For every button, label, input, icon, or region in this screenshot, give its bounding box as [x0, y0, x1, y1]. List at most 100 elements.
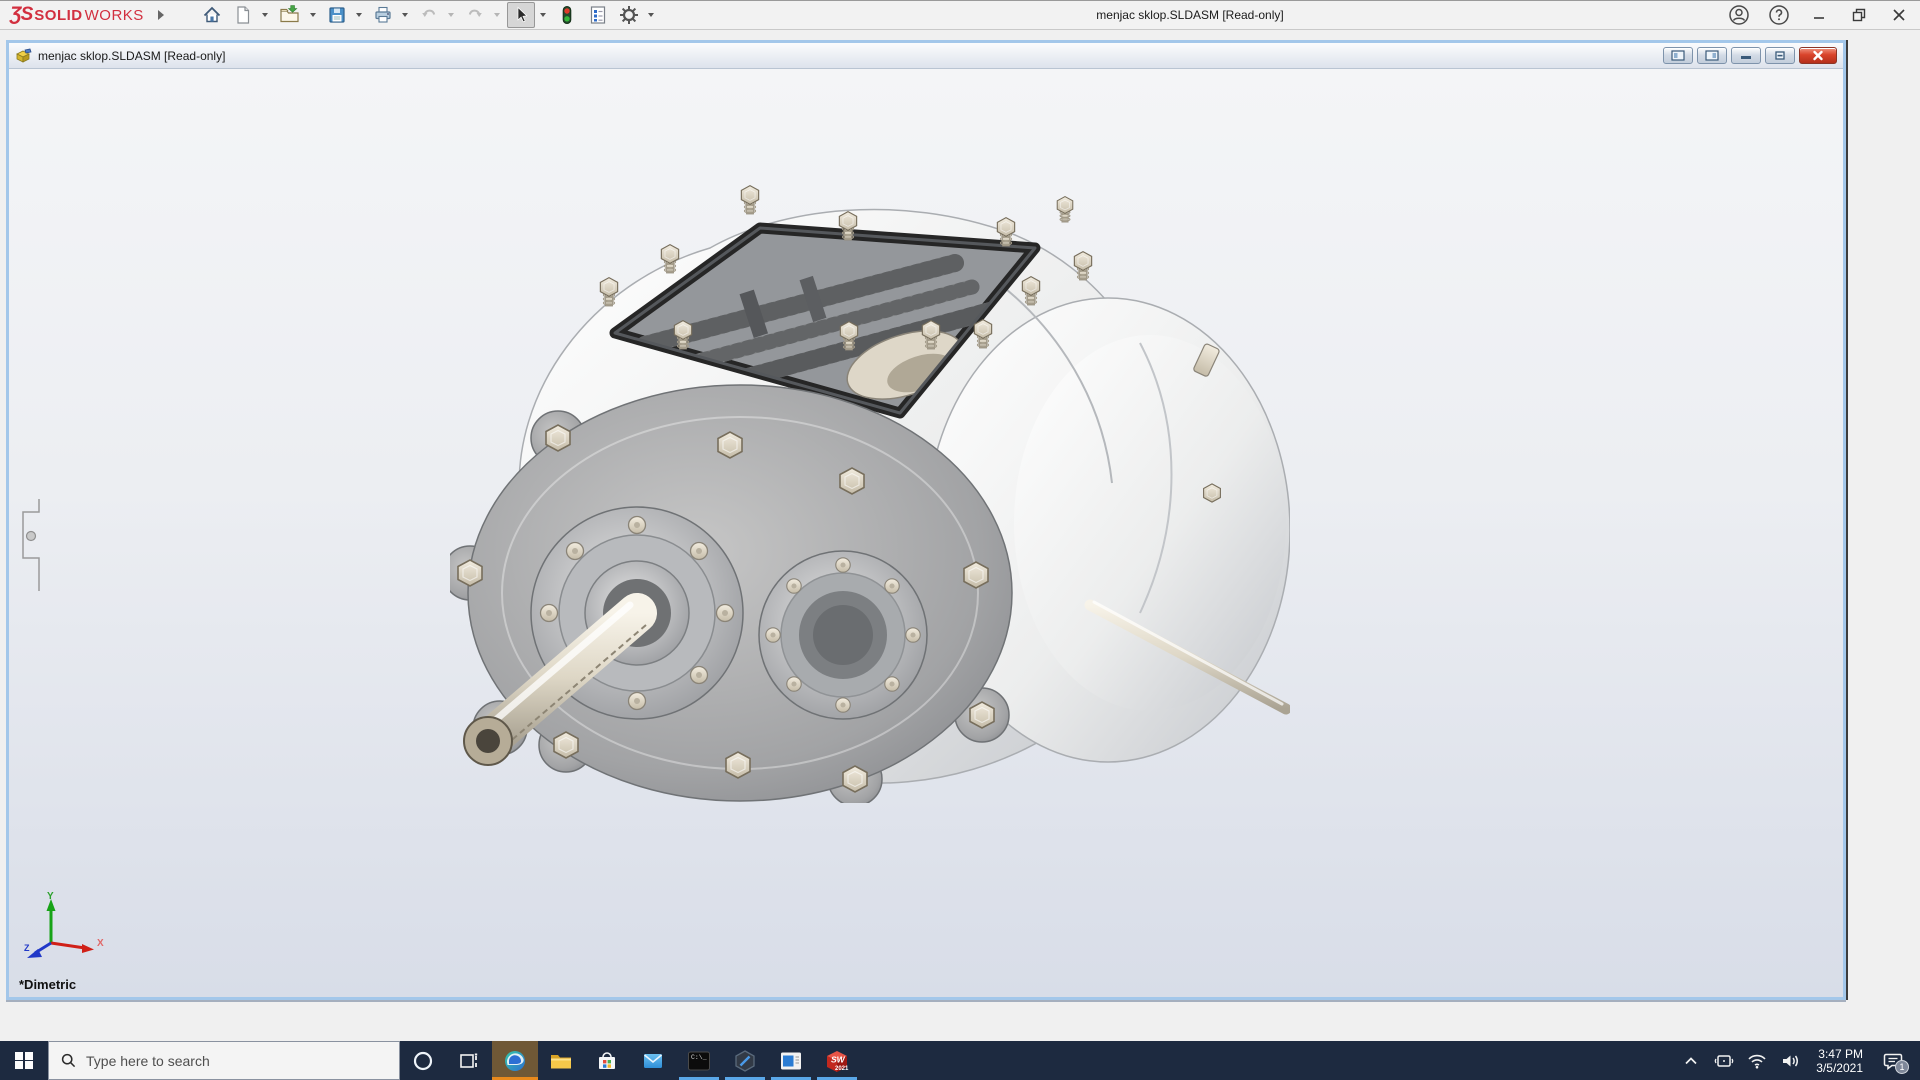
new-document-icon: [237, 6, 249, 24]
options-button[interactable]: [615, 2, 643, 28]
hidden-icons-button[interactable]: [1678, 1041, 1704, 1080]
media-app-icon: [781, 1052, 801, 1069]
windows-logo-icon: [15, 1051, 33, 1070]
wifi-icon: [1748, 1054, 1766, 1068]
document-titlebar[interactable]: menjac sklop.SLDASM [Read-only]: [9, 43, 1843, 69]
cortana-icon: [413, 1051, 433, 1070]
taskbar-solidworks-button[interactable]: SW 2021: [814, 1041, 860, 1080]
home-icon: [203, 6, 220, 23]
document-window-controls: [1663, 47, 1837, 64]
pane-right-button[interactable]: [1697, 47, 1727, 64]
select-tool-button[interactable]: [506, 2, 535, 28]
menu-expand-arrow-icon[interactable]: [157, 10, 164, 20]
file-explorer-icon: [551, 1054, 571, 1068]
search-icon: [61, 1053, 76, 1068]
pane-left-button[interactable]: [1663, 47, 1693, 64]
rebuild-button[interactable]: [553, 2, 581, 28]
open-button[interactable]: [275, 2, 305, 28]
volume-tray-button[interactable]: [1777, 1041, 1803, 1080]
new-dropdown-caret[interactable]: [261, 13, 268, 17]
taskbar-store-button[interactable]: [584, 1041, 630, 1080]
redo-button[interactable]: [461, 2, 489, 28]
taskbar-mail-button[interactable]: [630, 1041, 676, 1080]
print-button[interactable]: [369, 2, 397, 28]
taskbar-spacer: [860, 1041, 1678, 1080]
action-center-button[interactable]: 1: [1876, 1041, 1910, 1080]
open-dropdown-caret[interactable]: [309, 13, 316, 17]
undo-button[interactable]: [415, 2, 443, 28]
save-dropdown-caret[interactable]: [355, 13, 362, 17]
doc-close-icon: [1813, 50, 1823, 61]
notification-badge: 1: [1895, 1060, 1909, 1074]
file-properties-button[interactable]: [584, 2, 612, 28]
open-folder-icon: [280, 5, 299, 23]
traffic-light-icon: [562, 6, 572, 24]
triad-x-label: X: [97, 938, 104, 949]
select-arrow-icon: [517, 6, 528, 23]
clock-time: 3:47 PM: [1818, 1046, 1863, 1061]
triad-y-label: Y: [47, 891, 54, 902]
feature-panel-collapsed-tab[interactable]: [9, 499, 45, 591]
search-placeholder: Type here to search: [86, 1052, 210, 1069]
document-title: menjac sklop.SLDASM [Read-only]: [38, 48, 226, 63]
taskbar-edge-button[interactable]: [492, 1041, 538, 1080]
print-dropdown-caret[interactable]: [401, 13, 408, 17]
taskbar-file-explorer-button[interactable]: [538, 1041, 584, 1080]
assembly-document-icon: [16, 48, 32, 63]
pane-right-icon: [1705, 50, 1719, 61]
minimize-icon: [1814, 17, 1824, 19]
edge-icon: [505, 1050, 525, 1071]
properties-list-icon: [590, 6, 605, 24]
restore-button[interactable]: [1846, 2, 1872, 28]
app-window-title: menjac sklop.SLDASM [Read-only]: [1096, 8, 1284, 22]
sw-year: 2021: [835, 1066, 849, 1072]
restore-icon: [1852, 8, 1866, 22]
taskbar-cortana-button[interactable]: [400, 1041, 446, 1080]
display-tray-button[interactable]: [1711, 1041, 1737, 1080]
taskbar-search[interactable]: Type here to search: [48, 1041, 400, 1080]
options-dropdown-caret[interactable]: [647, 13, 654, 17]
brand-works: WORKS: [84, 6, 144, 24]
doc-minimize-button[interactable]: [1731, 47, 1761, 64]
taskbar-task-view-button[interactable]: [446, 1041, 492, 1080]
quick-access-toolbar: [198, 2, 658, 28]
close-button[interactable]: [1886, 2, 1912, 28]
help-button[interactable]: [1766, 2, 1792, 28]
print-icon: [375, 6, 391, 23]
minimize-button[interactable]: [1806, 2, 1832, 28]
display-icon: [1714, 1054, 1734, 1067]
sw-letters: SW: [831, 1054, 846, 1064]
doc-close-button[interactable]: [1799, 47, 1837, 64]
triad-z-label: Z: [24, 943, 30, 953]
solidworks-2021-icon: SW 2021: [827, 1050, 849, 1072]
undo-icon: [421, 9, 435, 17]
windows-taskbar: Type here to search C:\_ SW 2021 3:47 PM…: [0, 1041, 1920, 1080]
start-button[interactable]: [0, 1041, 48, 1080]
gearbox-assembly-model: [450, 153, 1290, 803]
pane-left-icon: [1671, 50, 1685, 61]
solidworks-logo: ƷS SOLID WORKS: [10, 4, 144, 26]
home-button[interactable]: [198, 2, 226, 28]
taskbar-hexagon-app-button[interactable]: [722, 1041, 768, 1080]
wifi-tray-button[interactable]: [1744, 1041, 1770, 1080]
account-icon: [1729, 5, 1749, 25]
redo-dropdown-caret[interactable]: [493, 13, 500, 17]
undo-dropdown-caret[interactable]: [447, 13, 454, 17]
orientation-triad: Y X Z: [24, 891, 104, 958]
chevron-up-icon: [1685, 1056, 1697, 1064]
command-prompt-icon: C:\_: [688, 1051, 710, 1070]
save-icon: [329, 7, 345, 23]
account-button[interactable]: [1726, 2, 1752, 28]
hexagon-app-icon: [735, 1049, 755, 1072]
taskbar-clock[interactable]: 3:47 PM 3/5/2021: [1810, 1047, 1869, 1075]
taskbar-media-app-button[interactable]: [768, 1041, 814, 1080]
system-tray: 3:47 PM 3/5/2021 1: [1678, 1041, 1920, 1080]
new-document-button[interactable]: [229, 2, 257, 28]
clock-date: 3/5/2021: [1816, 1060, 1863, 1075]
graphics-viewport[interactable]: Y X Z *Dimetric: [9, 69, 1843, 997]
doc-restore-button[interactable]: [1765, 47, 1795, 64]
save-button[interactable]: [323, 2, 351, 28]
volume-icon: [1783, 1055, 1799, 1066]
select-dropdown-caret[interactable]: [539, 13, 546, 17]
taskbar-command-prompt-button[interactable]: C:\_: [676, 1041, 722, 1080]
